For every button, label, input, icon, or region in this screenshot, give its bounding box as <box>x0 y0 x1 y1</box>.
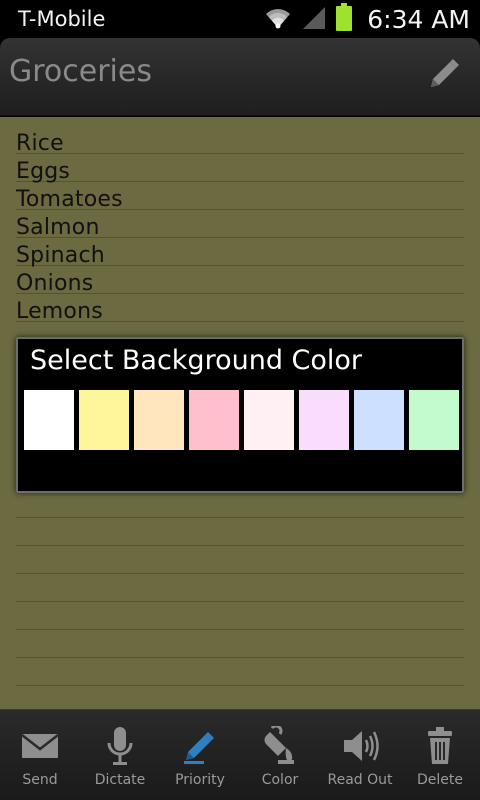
list-item[interactable]: Spinach <box>16 242 123 270</box>
wifi-icon <box>263 4 293 34</box>
note-rule-line <box>16 573 464 574</box>
color-swatches <box>24 390 459 450</box>
paint-bucket-icon <box>258 724 302 768</box>
carrier-name: T-Mobile <box>18 7 106 31</box>
pencil-icon <box>423 55 463 99</box>
color-swatch-yellow[interactable] <box>79 390 129 450</box>
list-item[interactable]: Rice <box>16 130 123 158</box>
note-rule-line <box>16 545 464 546</box>
color-swatch-light-pink[interactable] <box>244 390 294 450</box>
priority-label: Priority <box>175 772 225 788</box>
color-swatch-peach[interactable] <box>134 390 184 450</box>
microphone-icon <box>98 724 142 768</box>
note-list: Rice Eggs Tomatoes Salmon Spinach Onions… <box>16 130 123 326</box>
note-rule-line <box>16 517 464 518</box>
note-rule-line <box>16 601 464 602</box>
note-title[interactable]: Groceries <box>9 54 152 89</box>
note-rule-line <box>16 629 464 630</box>
read-out-label: Read Out <box>327 772 393 788</box>
list-item[interactable]: Salmon <box>16 214 123 242</box>
dictate-label: Dictate <box>94 772 146 788</box>
priority-button[interactable]: Priority <box>160 710 240 800</box>
list-item[interactable]: Eggs <box>16 158 123 186</box>
battery-icon <box>335 3 353 35</box>
status-bar: T-Mobile 6:34 AM <box>0 0 480 38</box>
list-item[interactable]: Onions <box>16 270 123 298</box>
select-background-color-dialog: Select Background Color <box>16 337 464 493</box>
color-swatch-white[interactable] <box>24 390 74 450</box>
dictate-button[interactable]: Dictate <box>80 710 160 800</box>
status-icons: 6:34 AM <box>263 3 470 35</box>
delete-label: Delete <box>417 772 463 788</box>
send-label: Send <box>22 772 58 788</box>
list-item[interactable]: Lemons <box>16 298 123 326</box>
delete-button[interactable]: Delete <box>400 710 480 800</box>
color-swatch-pink[interactable] <box>189 390 239 450</box>
edit-title-button[interactable] <box>420 54 466 100</box>
note-rule-line <box>16 685 464 686</box>
signal-icon <box>301 4 327 34</box>
color-button[interactable]: Color <box>240 710 320 800</box>
color-swatch-lavender[interactable] <box>299 390 349 450</box>
title-bar: Groceries <box>0 38 480 116</box>
send-button[interactable]: Send <box>0 710 80 800</box>
color-swatch-light-blue[interactable] <box>354 390 404 450</box>
color-label: Color <box>261 772 299 788</box>
clock: 6:34 AM <box>367 4 470 34</box>
bottom-toolbar: Send Dictate Priority Color Read Out Del… <box>0 709 480 800</box>
list-item[interactable]: Tomatoes <box>16 186 123 214</box>
note-rule-line <box>16 657 464 658</box>
read-out-button[interactable]: Read Out <box>320 710 400 800</box>
dialog-title: Select Background Color <box>30 345 363 376</box>
priority-pencil-icon <box>178 724 222 768</box>
speaker-icon <box>338 724 382 768</box>
trash-icon <box>418 724 462 768</box>
envelope-icon <box>18 724 62 768</box>
color-swatch-light-green[interactable] <box>409 390 459 450</box>
